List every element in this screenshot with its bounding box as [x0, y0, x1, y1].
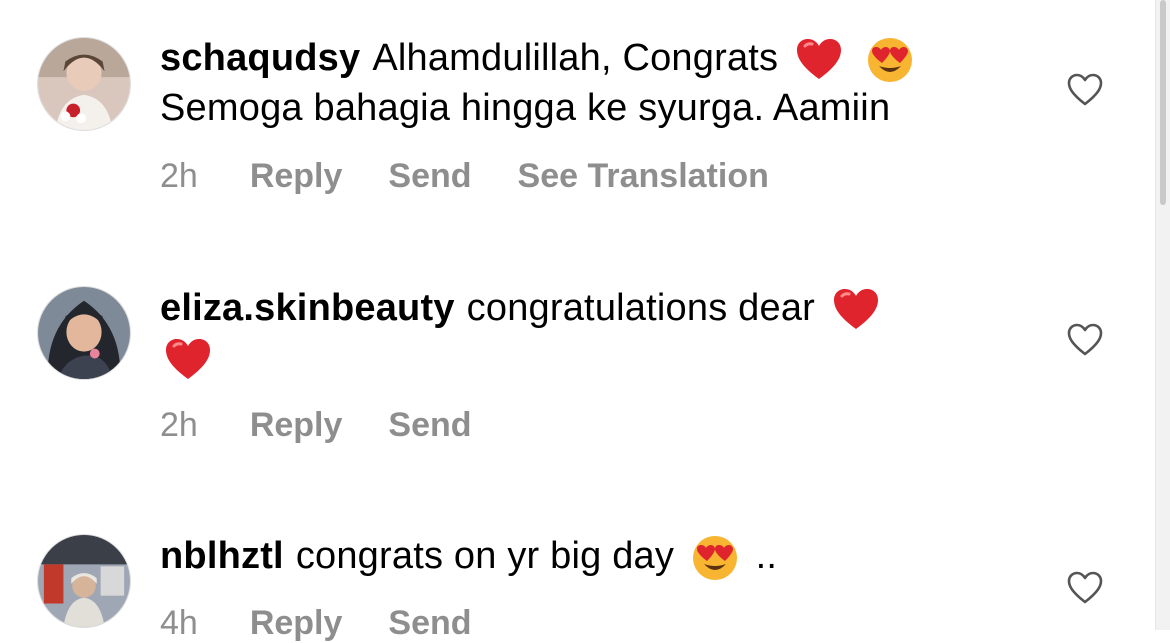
- heart-outline-icon[interactable]: [1066, 570, 1104, 606]
- avatar[interactable]: [37, 534, 131, 628]
- red-heart-emoji: [832, 286, 880, 334]
- send-button[interactable]: Send: [388, 406, 471, 444]
- send-button[interactable]: Send: [388, 157, 471, 195]
- comment-body: congrats on yr big day: [295, 535, 675, 577]
- comment-body-suffix: ..: [755, 535, 778, 577]
- see-translation-button[interactable]: See Translation: [518, 157, 769, 195]
- send-button[interactable]: Send: [388, 604, 471, 642]
- comment-username[interactable]: schaqudsy: [160, 37, 360, 79]
- heart-eyes-emoji: [691, 534, 739, 582]
- avatar[interactable]: [37, 37, 131, 131]
- avatar-image: [38, 287, 130, 379]
- reply-button[interactable]: Reply: [250, 604, 343, 642]
- scrollbar[interactable]: [1155, 0, 1170, 630]
- comment-body: congratulations dear: [466, 287, 816, 329]
- heart-eyes-emoji: [866, 36, 914, 84]
- comment-text: schaqudsy Alhamdulillah, Congrats Semoga …: [160, 34, 1040, 132]
- comment-meta: 2h Reply Send: [160, 405, 472, 445]
- red-heart-emoji: [795, 36, 843, 84]
- red-heart-emoji: [164, 336, 212, 384]
- comment-username[interactable]: nblhztl: [160, 535, 284, 577]
- comment-username[interactable]: eliza.skinbeauty: [160, 287, 455, 329]
- reply-button[interactable]: Reply: [250, 157, 343, 195]
- comment-text: eliza.skinbeauty congratulations dear: [160, 284, 1040, 384]
- reply-button[interactable]: Reply: [250, 406, 343, 444]
- comment-meta: 4h Reply Send: [160, 603, 472, 643]
- comment-timestamp: 4h: [160, 604, 198, 642]
- avatar-image: [38, 535, 130, 627]
- comment-timestamp: 2h: [160, 406, 198, 444]
- avatar-image: [38, 38, 130, 130]
- comment-timestamp: 2h: [160, 157, 198, 195]
- avatar[interactable]: [37, 286, 131, 380]
- comment-text: nblhztl congrats on yr big day ..: [160, 532, 1040, 582]
- scrollbar-thumb[interactable]: [1160, 0, 1166, 205]
- heart-outline-icon[interactable]: [1066, 72, 1104, 108]
- comment-meta: 2h Reply Send See Translation: [160, 156, 769, 196]
- comment-body-continued: Semoga bahagia hingga ke syurga. Aamiin: [160, 86, 891, 129]
- heart-outline-icon[interactable]: [1066, 322, 1104, 358]
- comment-body: Alhamdulillah, Congrats: [372, 37, 779, 79]
